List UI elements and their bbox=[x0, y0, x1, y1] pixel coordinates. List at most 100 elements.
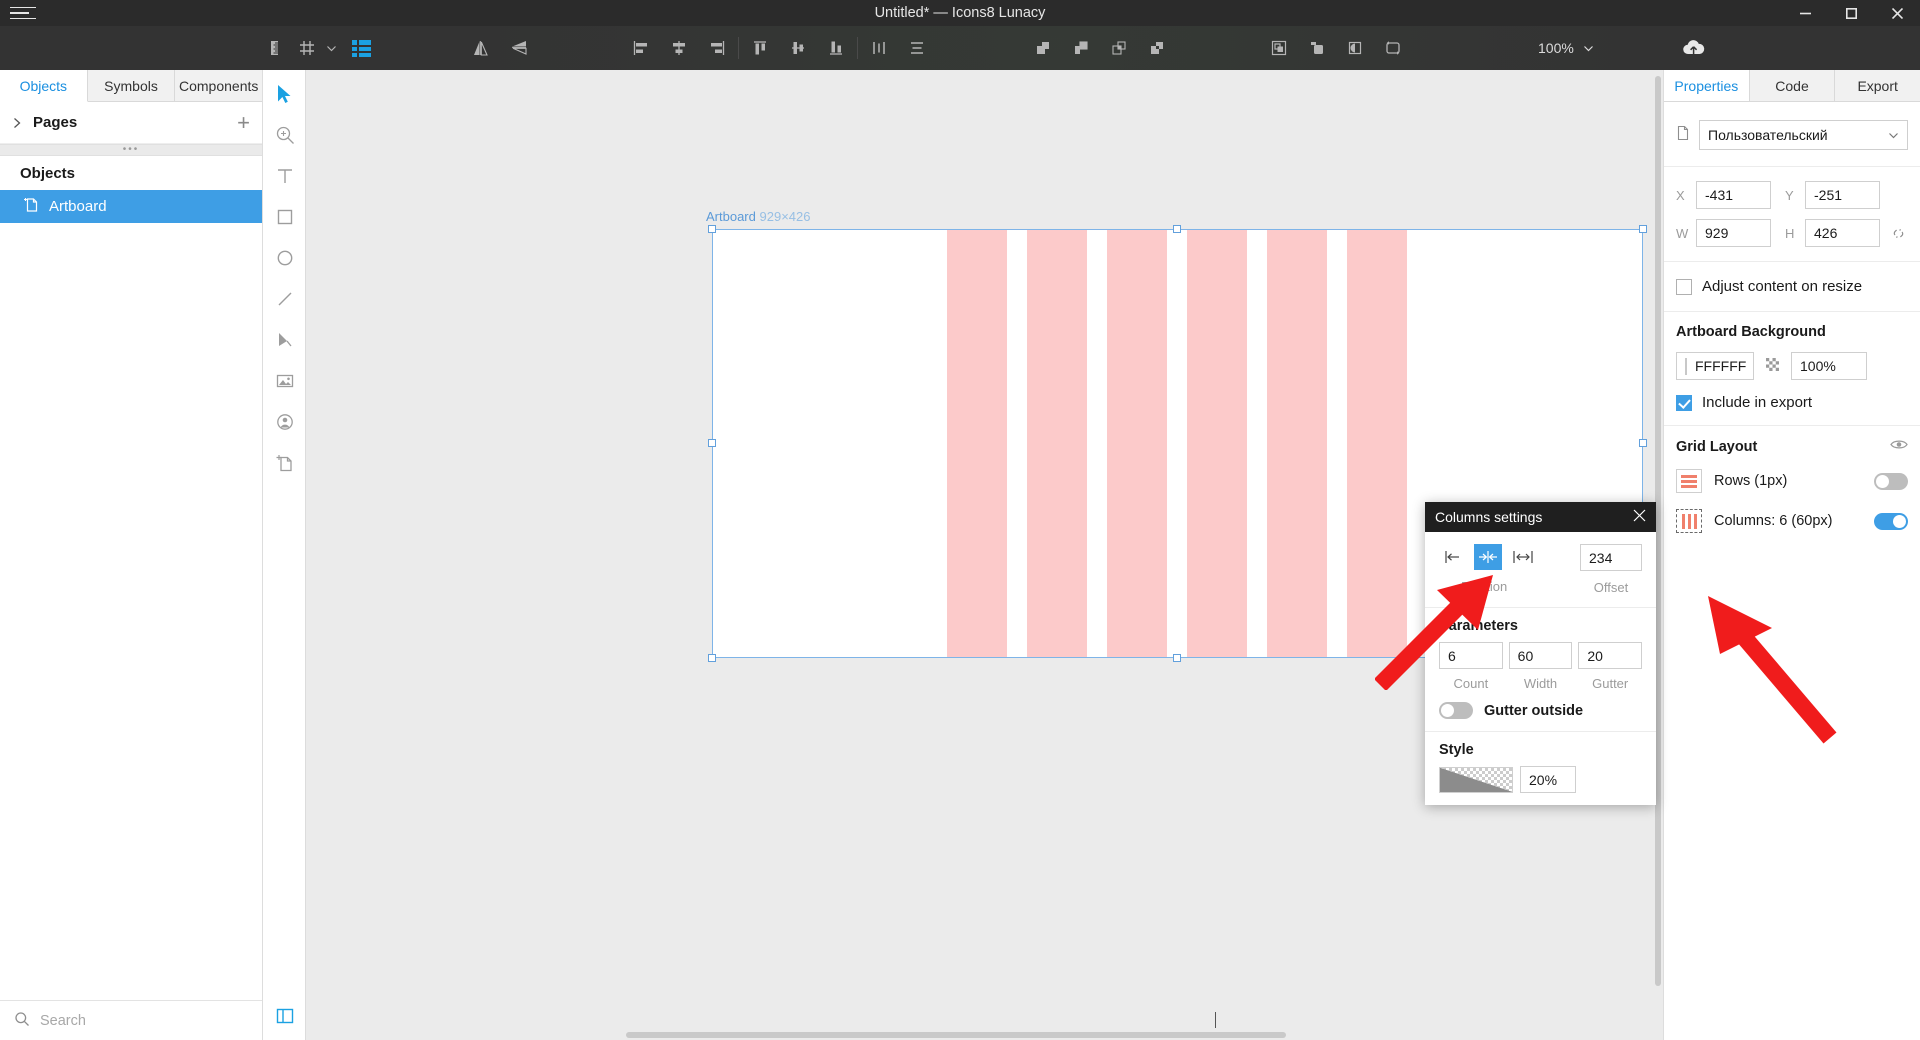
layout-grid-icon[interactable] bbox=[346, 33, 376, 63]
zoom-control[interactable]: 100% bbox=[1538, 40, 1594, 56]
close-icon[interactable] bbox=[1633, 509, 1646, 525]
align-top-icon[interactable] bbox=[745, 33, 775, 63]
selection-handle-mr[interactable] bbox=[1639, 439, 1647, 447]
boolean-subtract-icon[interactable] bbox=[1066, 33, 1096, 63]
artboard-label[interactable]: Artboard 929×426 bbox=[706, 209, 810, 224]
add-page-button[interactable]: + bbox=[237, 111, 250, 134]
mask-icon[interactable] bbox=[1264, 33, 1294, 63]
flip-horizontal-icon[interactable] bbox=[466, 33, 496, 63]
panel-splitter[interactable]: ••• bbox=[0, 144, 262, 156]
distribute-horizontal-icon[interactable] bbox=[864, 33, 894, 63]
selection-handle-bl[interactable] bbox=[708, 654, 716, 662]
position-left-button[interactable] bbox=[1439, 544, 1467, 570]
align-bottom-icon[interactable] bbox=[821, 33, 851, 63]
position-stretch-button[interactable] bbox=[1509, 544, 1537, 570]
count-input[interactable]: 6 bbox=[1439, 642, 1503, 669]
align-left-icon[interactable] bbox=[626, 33, 656, 63]
chevron-right-icon[interactable] bbox=[12, 117, 28, 129]
background-color-value: FFFFFF bbox=[1695, 358, 1747, 374]
tab-properties[interactable]: Properties bbox=[1664, 70, 1750, 101]
align-middle-icon[interactable] bbox=[783, 33, 813, 63]
artboard-label-name: Artboard bbox=[706, 209, 756, 224]
unlink-icon[interactable] bbox=[1888, 226, 1908, 241]
rectangle-tool[interactable] bbox=[271, 203, 299, 231]
position-caption: Position bbox=[1461, 579, 1508, 594]
gutter-input[interactable]: 20 bbox=[1578, 642, 1643, 669]
tab-symbols[interactable]: Symbols bbox=[87, 70, 176, 101]
selection-handle-ml[interactable] bbox=[708, 439, 716, 447]
background-opacity-input[interactable]: 100% bbox=[1791, 352, 1867, 380]
eye-icon[interactable] bbox=[1890, 438, 1908, 455]
close-button[interactable] bbox=[1874, 0, 1920, 26]
rotate-copies-icon[interactable] bbox=[1378, 33, 1408, 63]
position-center-button[interactable] bbox=[1474, 544, 1502, 570]
main-menu-icon[interactable] bbox=[10, 4, 36, 22]
rows-toggle[interactable] bbox=[1874, 472, 1908, 490]
add-artboard-tool[interactable] bbox=[271, 449, 299, 477]
artboard-preset-select[interactable]: Пользовательский bbox=[1699, 120, 1908, 150]
mirror-icon[interactable] bbox=[1340, 33, 1370, 63]
search-input[interactable] bbox=[40, 1012, 210, 1029]
boolean-difference-icon[interactable] bbox=[1142, 33, 1172, 63]
dialog-title: Columns settings bbox=[1435, 509, 1543, 525]
avatar-tool[interactable] bbox=[271, 408, 299, 436]
zoom-tool[interactable] bbox=[271, 121, 299, 149]
boolean-intersect-icon[interactable] bbox=[1104, 33, 1134, 63]
adjust-content-checkbox[interactable] bbox=[1676, 278, 1692, 295]
tab-export[interactable]: Export bbox=[1835, 70, 1920, 101]
panel-toggle-button[interactable] bbox=[264, 1006, 306, 1026]
rows-icon bbox=[1676, 469, 1702, 493]
grid-icon[interactable] bbox=[292, 33, 322, 63]
align-right-icon[interactable] bbox=[702, 33, 732, 63]
ruler-icon[interactable] bbox=[262, 33, 292, 63]
include-in-export-label: Include in export bbox=[1702, 394, 1813, 411]
x-input[interactable]: -431 bbox=[1696, 181, 1771, 209]
image-tool[interactable] bbox=[271, 367, 299, 395]
line-tool[interactable] bbox=[271, 285, 299, 313]
align-center-horizontal-icon[interactable] bbox=[664, 33, 694, 63]
grid-layout-item-columns[interactable]: Columns: 6 (60px) bbox=[1664, 501, 1920, 541]
grid-layout-item-rows[interactable]: Rows (1px) bbox=[1664, 461, 1920, 501]
text-tool[interactable] bbox=[271, 162, 299, 190]
width-input[interactable]: 60 bbox=[1508, 642, 1573, 669]
minimize-button[interactable] bbox=[1782, 0, 1828, 26]
distribute-vertical-icon[interactable] bbox=[902, 33, 932, 63]
height-input[interactable]: 426 bbox=[1805, 219, 1880, 247]
chevron-down-icon[interactable] bbox=[322, 33, 340, 63]
selection-handle-tc[interactable] bbox=[1173, 225, 1181, 233]
offset-input[interactable]: 234 bbox=[1580, 544, 1642, 571]
flatten-icon[interactable] bbox=[1302, 33, 1332, 63]
list-item-artboard[interactable]: Artboard bbox=[0, 190, 262, 223]
tool-rail bbox=[264, 70, 306, 1040]
include-in-export-checkbox[interactable] bbox=[1676, 394, 1692, 411]
maximize-button[interactable] bbox=[1828, 0, 1874, 26]
pen-tool[interactable] bbox=[271, 326, 299, 354]
select-tool[interactable] bbox=[271, 80, 299, 108]
selection-handle-bc[interactable] bbox=[1173, 654, 1181, 662]
selection-handle-tl[interactable] bbox=[708, 225, 716, 233]
artboard-background-section: Artboard Background FFFFFF 100% Include … bbox=[1664, 312, 1920, 426]
right-panel-tabs: Properties Code Export bbox=[1664, 70, 1920, 102]
lunacy-app-window: Untitled* — Icons8 Lunacy 100% Objects S… bbox=[0, 0, 1920, 1040]
tab-code[interactable]: Code bbox=[1750, 70, 1836, 101]
style-opacity-input[interactable]: 20% bbox=[1520, 766, 1576, 793]
selection-handle-tr[interactable] bbox=[1639, 225, 1647, 233]
columns-toggle[interactable] bbox=[1874, 512, 1908, 530]
width-input[interactable]: 929 bbox=[1696, 219, 1771, 247]
dialog-title-bar[interactable]: Columns settings bbox=[1425, 502, 1656, 532]
cloud-upload-icon[interactable] bbox=[1679, 33, 1709, 63]
list-item-label: Artboard bbox=[49, 198, 107, 215]
ellipse-tool[interactable] bbox=[271, 244, 299, 272]
canvas-horizontal-scrollbar[interactable] bbox=[306, 1032, 1663, 1038]
pages-header[interactable]: Pages + bbox=[0, 102, 262, 144]
tab-objects[interactable]: Objects bbox=[0, 70, 88, 102]
main-toolbar: 100% bbox=[0, 26, 1920, 70]
background-color-input[interactable]: FFFFFF bbox=[1676, 352, 1754, 380]
y-input[interactable]: -251 bbox=[1805, 181, 1880, 209]
artboard-preset-icon bbox=[1676, 125, 1691, 145]
boolean-union-icon[interactable] bbox=[1028, 33, 1058, 63]
gutter-outside-toggle[interactable] bbox=[1439, 702, 1473, 719]
style-color-swatch[interactable] bbox=[1439, 766, 1513, 793]
tab-components[interactable]: Components bbox=[175, 70, 263, 101]
flip-vertical-icon[interactable] bbox=[504, 33, 534, 63]
